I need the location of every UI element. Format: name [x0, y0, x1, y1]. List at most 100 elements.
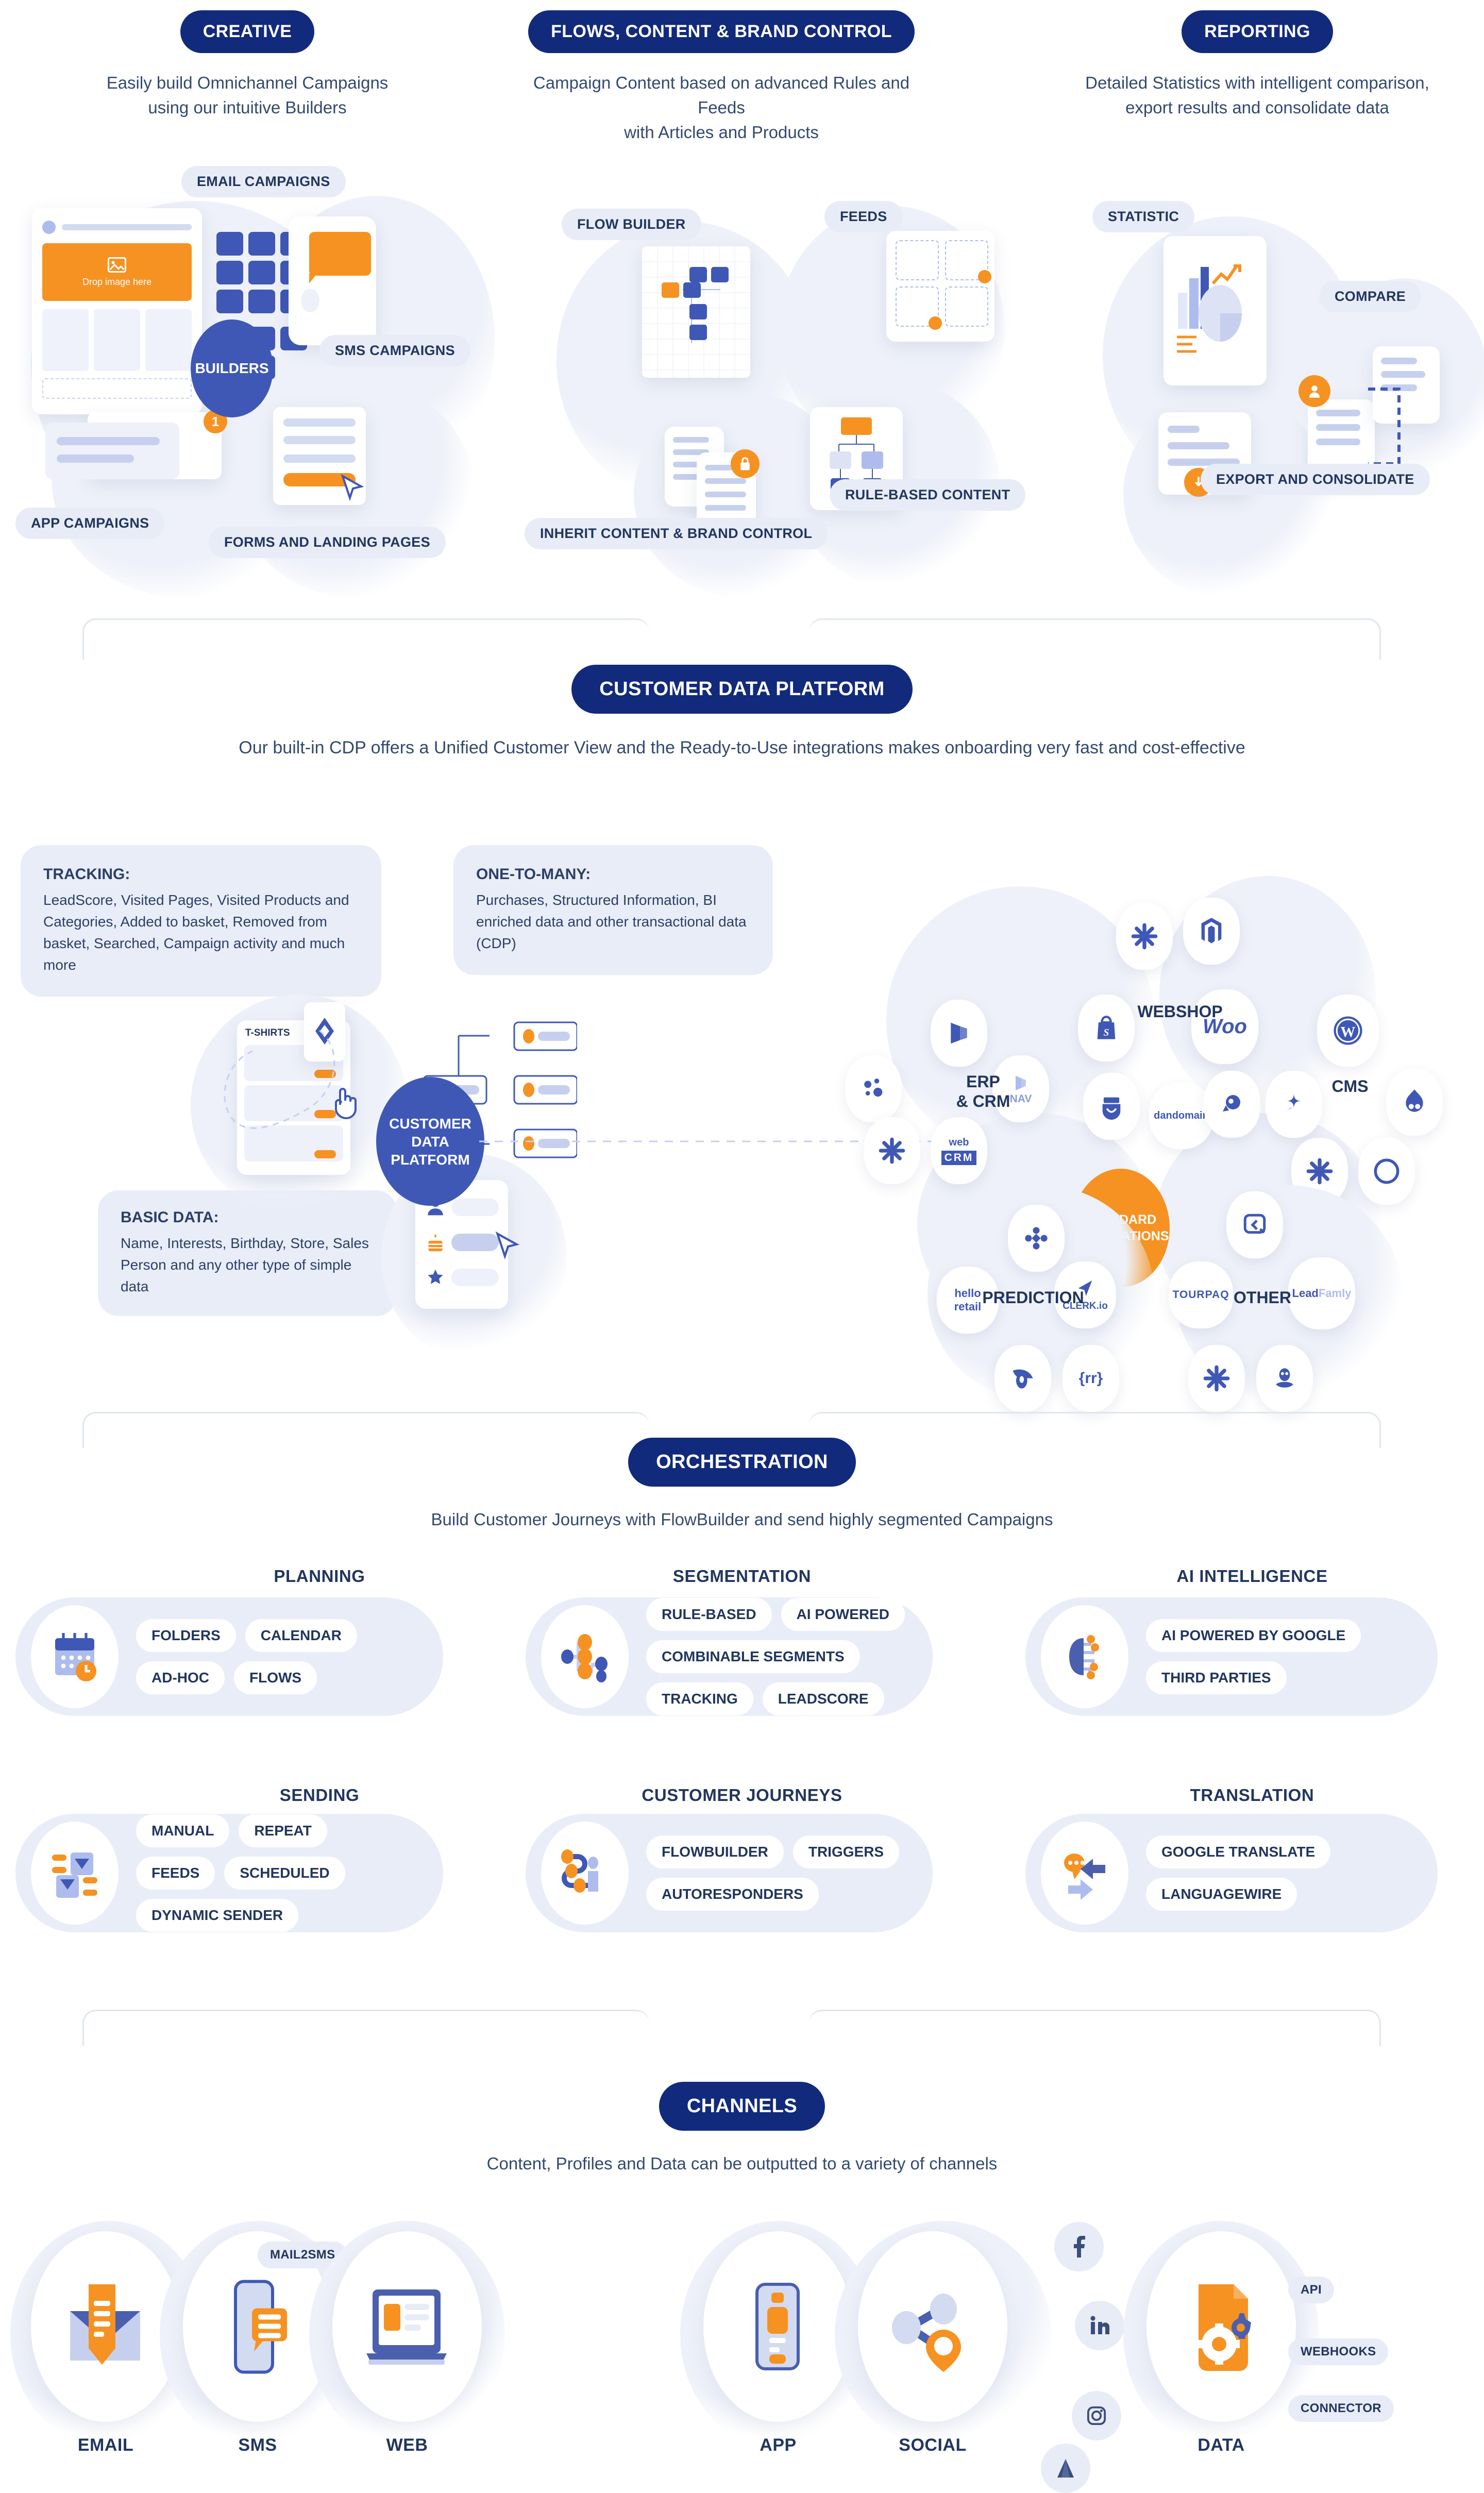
chip-ad-hoc[interactable]: AD-HOC	[136, 1661, 225, 1694]
channel-social[interactable]: SOCIAL	[855, 2231, 1010, 2455]
google-ads-icon[interactable]	[1041, 2444, 1090, 2493]
chip-tracking[interactable]: TRACKING	[646, 1682, 753, 1715]
creative-caption-2: using our intuitive Builders	[148, 97, 347, 117]
facebook-icon[interactable]	[1054, 2222, 1104, 2271]
chip-google-translate[interactable]: GOOGLE TRANSLATE	[1146, 1835, 1331, 1868]
tag-sms-campaigns[interactable]: SMS CAMPAIGNS	[319, 335, 470, 366]
logo-zapier-3[interactable]	[1116, 903, 1173, 970]
statistic-card	[1163, 236, 1267, 385]
tag-api[interactable]: API	[1288, 2277, 1334, 2303]
tag-rule-based-content[interactable]: RULE-BASED CONTENT	[830, 479, 1026, 511]
chip-triggers[interactable]: TRIGGERS	[792, 1835, 900, 1868]
chip-combinable-segments[interactable]: COMBINABLE SEGMENTS	[646, 1640, 860, 1673]
chip-ai-powered[interactable]: AI POWERED	[781, 1598, 905, 1631]
svg-text:S: S	[1104, 1027, 1109, 1038]
logo-magento[interactable]	[1183, 898, 1240, 965]
cursor-pointer-icon-2	[495, 1232, 520, 1260]
logo-dandomain[interactable]: dandomain	[1149, 1082, 1213, 1149]
chip-leadscore[interactable]: LEADSCORE	[762, 1682, 884, 1715]
chip-third-parties[interactable]: THIRD PARTIES	[1146, 1661, 1287, 1694]
chip-folders[interactable]: FOLDERS	[136, 1619, 236, 1652]
logo-zapier-5[interactable]	[1188, 1345, 1245, 1412]
chip-flowbuilder[interactable]: FLOWBUILDER	[646, 1835, 784, 1868]
bracket-left	[82, 618, 649, 660]
logo-zapier-2[interactable]	[864, 1117, 920, 1184]
creative-caption-1: Easily build Omnichannel Campaigns	[106, 73, 389, 92]
basic-data-box: BASIC DATA: Name, Interests, Birthday, S…	[98, 1190, 397, 1316]
tag-compare[interactable]: COMPARE	[1319, 281, 1422, 312]
logo-mailchimp[interactable]	[1256, 1345, 1313, 1412]
tag-connector[interactable]: CONNECTOR	[1288, 2395, 1394, 2422]
reporting-caption-2: export results and consolidate data	[1125, 97, 1389, 117]
label-erp-crm: ERP & CRM	[956, 1072, 1010, 1111]
channel-app[interactable]: APP	[701, 2231, 855, 2455]
channel-data[interactable]: DATA	[1144, 2231, 1298, 2455]
card-ai-intelligence: AI POWERED BY GOOGLE THIRD PARTIES	[1025, 1597, 1438, 1716]
instagram-block-icon[interactable]	[248, 290, 275, 313]
chip-ai-powered-by-google[interactable]: AI POWERED BY GOOGLE	[1146, 1619, 1361, 1652]
chip-manual[interactable]: MANUAL	[136, 1814, 230, 1847]
chip-autoresponders[interactable]: AUTORESPONDERS	[646, 1878, 819, 1911]
title-customer-journeys: CUSTOMER JOURNEYS	[642, 1785, 842, 1805]
logo-rr[interactable]: {rr}	[1063, 1345, 1119, 1412]
chip-dynamic-sender[interactable]: DYNAMIC SENDER	[136, 1899, 299, 1932]
channel-label-data: DATA	[1198, 2435, 1245, 2455]
chip-repeat[interactable]: REPEAT	[239, 1814, 327, 1847]
tag-statistic[interactable]: STATISTIC	[1092, 201, 1195, 232]
logo-zendesk[interactable]	[1226, 1191, 1283, 1258]
tag-email-campaigns[interactable]: EMAIL CAMPAIGNS	[181, 166, 346, 197]
image-placeholder-icon	[108, 257, 126, 273]
channel-web[interactable]: WEB	[330, 2231, 484, 2455]
card-planning: FOLDERS CALENDAR AD-HOC FLOWS	[15, 1597, 443, 1716]
send-sliders-icon	[31, 1822, 119, 1925]
tag-app-campaigns[interactable]: APP CAMPAIGNS	[15, 508, 165, 539]
tag-feeds[interactable]: FEEDS	[824, 201, 903, 232]
tag-export-consolidate[interactable]: EXPORT AND CONSOLIDATE	[1201, 464, 1430, 495]
flows-caption-2: with Articles and Products	[624, 122, 819, 142]
one-to-many-box: ONE-TO-MANY: Purchases, Structured Infor…	[453, 845, 773, 975]
linkedin-icon[interactable]	[1075, 2301, 1124, 2350]
logo-smartweb[interactable]	[1083, 1073, 1140, 1140]
logo-conversio[interactable]	[994, 1345, 1051, 1412]
data-gears-icon	[1199, 2284, 1251, 2371]
card-sending: MANUAL REPEAT FEEDS SCHEDULED DYNAMIC SE…	[15, 1814, 443, 1932]
logo-raptor[interactable]	[1008, 1205, 1065, 1272]
chip-flows[interactable]: FLOWS	[234, 1661, 317, 1694]
code-block-icon[interactable]	[248, 261, 275, 284]
chip-scheduled[interactable]: SCHEDULED	[224, 1857, 345, 1890]
sms-phone-card	[289, 216, 376, 345]
label-cms: CMS	[1331, 1077, 1369, 1096]
logo-zapier-1[interactable]	[845, 1055, 902, 1122]
tag-inherit-content-brand-control[interactable]: INHERIT CONTENT & BRAND CONTROL	[525, 518, 828, 549]
reporting-caption-1: Detailed Statistics with intelligent com…	[1085, 73, 1429, 92]
logo-umbraco[interactable]	[1358, 1138, 1415, 1205]
creative-header: CREATIVE Easily build Omnichannel Campai…	[82, 10, 412, 120]
logo-wordpress[interactable]: W	[1317, 995, 1379, 1067]
logo-drupal[interactable]	[1386, 1069, 1443, 1136]
tag-webhooks[interactable]: WEBHOOKS	[1288, 2338, 1389, 2365]
hand-pointer-icon	[335, 1088, 357, 1119]
title-translation: TRANSLATION	[1190, 1785, 1314, 1805]
translate-arrows-icon	[1041, 1822, 1128, 1925]
image-block-icon[interactable]	[216, 232, 243, 256]
one-to-many-body: Purchases, Structured Information, BI en…	[476, 892, 747, 951]
tag-flow-builder[interactable]: FLOW BUILDER	[562, 209, 701, 240]
facebook-block-icon[interactable]	[216, 290, 243, 313]
chip-rule-based[interactable]: RULE-BASED	[646, 1598, 772, 1631]
chip-calendar[interactable]: CALENDAR	[245, 1619, 357, 1652]
instagram-icon[interactable]	[1072, 2391, 1121, 2440]
cdp-body: TRACKING: LeadScore, Visited Pages, Visi…	[0, 824, 1484, 1412]
chip-languagewire[interactable]: LANGUAGEWIRE	[1146, 1878, 1297, 1911]
text-block-icon[interactable]	[248, 232, 275, 256]
logo-webcrm[interactable]: web CRM	[931, 1117, 987, 1184]
chip-feeds[interactable]: FEEDS	[136, 1857, 215, 1890]
label-webshop: WEBSHOP	[1137, 1002, 1223, 1021]
feeds-card	[886, 231, 994, 342]
creative-badge: CREATIVE	[180, 10, 315, 53]
cdp-hub: CUSTOMER DATA PLATFORM	[376, 1077, 484, 1206]
logo-prestashop[interactable]	[1204, 1071, 1260, 1138]
share-block-icon[interactable]	[216, 261, 243, 284]
logo-dynamics365[interactable]	[931, 1000, 987, 1067]
tag-forms-landing-pages[interactable]: FORMS AND LANDING PAGES	[209, 527, 446, 558]
logo-woocommerce[interactable]: Woo	[1191, 989, 1258, 1064]
